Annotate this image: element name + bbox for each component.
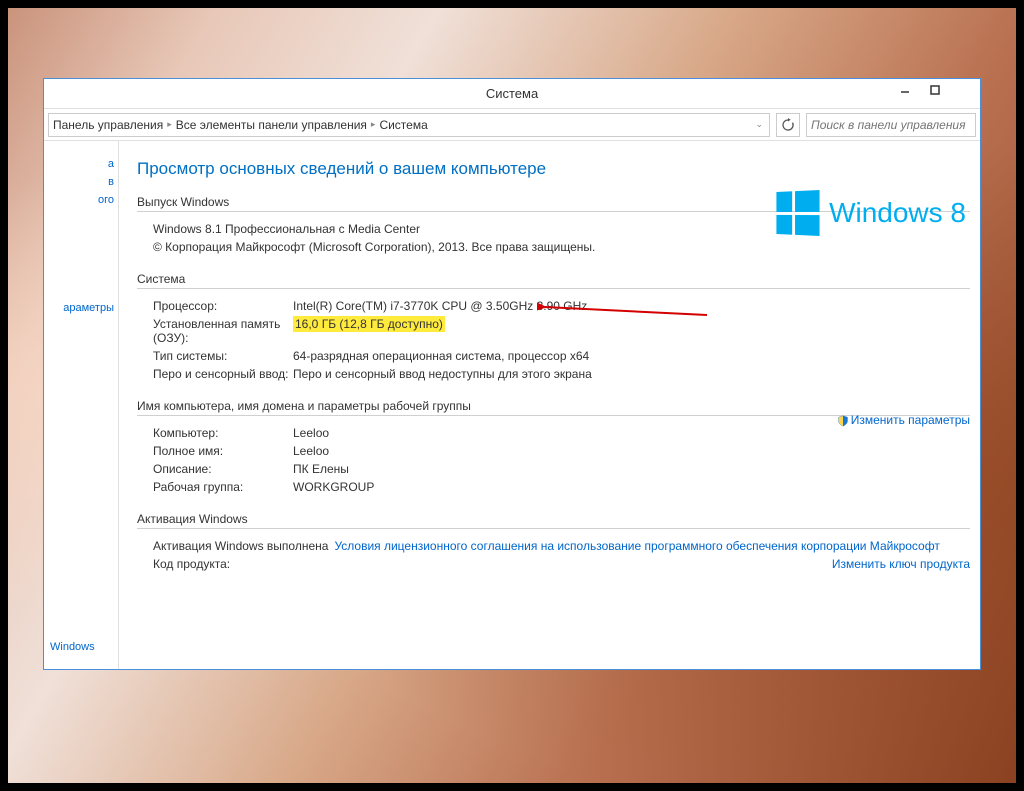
change-settings-link[interactable]: Изменить параметры: [851, 413, 970, 427]
titlebar[interactable]: Система: [44, 79, 980, 109]
maximize-button[interactable]: [920, 79, 950, 101]
section-header-activation: Активация Windows: [137, 512, 970, 529]
copyright: © Корпорация Майкрософт (Microsoft Corpo…: [153, 238, 970, 256]
search-input[interactable]: [811, 118, 968, 132]
computer-body: Компьютер: Leeloo Полное имя: Leeloo Опи…: [137, 424, 970, 496]
system-window: Система Панель управления ▸ Все элементы…: [43, 78, 981, 670]
full-name-label: Полное имя:: [153, 444, 293, 458]
breadcrumb-item[interactable]: Все элементы панели управления: [176, 118, 367, 132]
search-box[interactable]: [806, 113, 976, 137]
address-bar: Панель управления ▸ Все элементы панели …: [44, 109, 980, 141]
desc-value: ПК Елены: [293, 462, 970, 476]
comp-name-value: Leeloo: [293, 426, 970, 440]
chevron-right-icon: ▸: [167, 119, 172, 130]
content-area: а в ого араметры Windows Просмотр основн…: [44, 141, 980, 669]
windows8-logo-text: Windows 8: [829, 197, 966, 229]
full-name-value: Leeloo: [293, 444, 970, 458]
activation-body: Активация Windows выполнена Условия лице…: [137, 537, 970, 573]
product-key-label: Код продукта:: [153, 557, 230, 571]
windows-logo-icon: [776, 190, 819, 236]
cpu-label: Процессор:: [153, 299, 293, 313]
minimize-button[interactable]: [890, 79, 920, 101]
sidebar-item[interactable]: в: [44, 173, 118, 191]
sidebar-item[interactable]: ого: [44, 191, 118, 209]
system-body: Процессор: Intel(R) Core(TM) i7-3770K CP…: [137, 297, 970, 383]
section-header-system: Система: [137, 272, 970, 289]
breadcrumb[interactable]: Панель управления ▸ Все элементы панели …: [48, 113, 770, 137]
sidebar-item[interactable]: а: [44, 155, 118, 173]
systype-value: 64-разрядная операционная система, проце…: [293, 349, 970, 363]
breadcrumb-item[interactable]: Панель управления: [53, 118, 163, 132]
ram-value: 16,0 ГБ (12,8 ГБ доступно): [293, 317, 970, 345]
windows8-logo: Windows 8: [775, 191, 966, 235]
activation-status: Активация Windows выполнена: [153, 539, 328, 553]
shield-icon: [837, 415, 849, 427]
sidebar: а в ого араметры Windows: [44, 141, 119, 669]
workgroup-label: Рабочая группа:: [153, 480, 293, 494]
pen-value: Перо и сенсорный ввод недоступны для это…: [293, 367, 970, 381]
license-terms-link[interactable]: Условия лицензионного соглашения на испо…: [334, 539, 939, 553]
close-button[interactable]: [950, 79, 980, 101]
chevron-right-icon: ▸: [371, 119, 376, 130]
workgroup-value: WORKGROUP: [293, 480, 970, 494]
pen-label: Перо и сенсорный ввод:: [153, 367, 293, 381]
comp-name-label: Компьютер:: [153, 426, 293, 440]
main-panel: Просмотр основных сведений о вашем компь…: [119, 141, 980, 669]
change-key-link[interactable]: Изменить ключ продукта: [832, 557, 970, 571]
page-title: Просмотр основных сведений о вашем компь…: [137, 159, 970, 179]
sidebar-item[interactable]: араметры: [44, 299, 118, 317]
refresh-button[interactable]: [776, 113, 800, 137]
ram-highlight: 16,0 ГБ (12,8 ГБ доступно): [293, 316, 445, 332]
change-settings-link-wrap: Изменить параметры: [837, 413, 970, 427]
systype-label: Тип системы:: [153, 349, 293, 363]
ram-label: Установленная память (ОЗУ):: [153, 317, 293, 345]
breadcrumb-item[interactable]: Система: [379, 118, 427, 132]
chevron-down-icon[interactable]: ⌄: [749, 119, 769, 130]
cpu-value: Intel(R) Core(TM) i7-3770K CPU @ 3.50GHz…: [293, 299, 970, 313]
window-title: Система: [486, 86, 538, 101]
window-controls: [890, 79, 980, 101]
desc-label: Описание:: [153, 462, 293, 476]
sidebar-item-windows[interactable]: Windows: [50, 641, 95, 653]
